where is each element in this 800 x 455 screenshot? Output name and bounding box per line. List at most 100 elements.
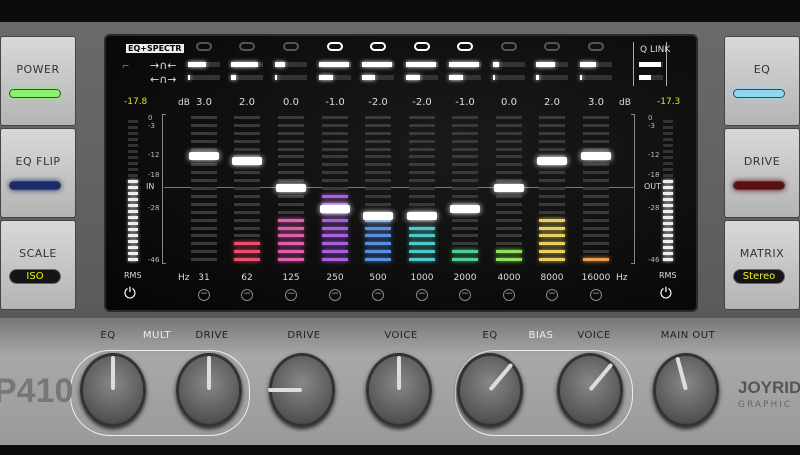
button-value[interactable]: ISO: [9, 269, 61, 284]
band-bypass-button[interactable]: −: [503, 289, 515, 301]
spectrum-segment: [539, 242, 565, 246]
spectrum-segment: [278, 250, 304, 254]
knob-eq-mult[interactable]: [80, 353, 146, 427]
spectrum-segment: [452, 234, 478, 238]
q-slider-top[interactable]: [319, 62, 351, 67]
rms-right-knob-icon[interactable]: ⏻: [660, 284, 672, 302]
side-button-drive[interactable]: DRIVE: [724, 128, 800, 218]
fader-handle[interactable]: [363, 212, 393, 220]
link-icon[interactable]: [501, 42, 517, 51]
q-slider-bottom[interactable]: [231, 75, 263, 80]
q-slider-top[interactable]: [362, 62, 394, 67]
q-link-slider-top[interactable]: [639, 62, 663, 67]
spectrum-segment: [452, 155, 478, 159]
spectrum-segment: [452, 131, 478, 135]
band-bypass-button[interactable]: −: [329, 289, 341, 301]
meter-scale-label: -3: [648, 122, 655, 130]
spectrum-segment: [365, 242, 391, 246]
band-bypass-button[interactable]: −: [590, 289, 602, 301]
q-slider-top[interactable]: [449, 62, 481, 67]
meter-segment-left: [128, 162, 138, 165]
spectrum-segment: [191, 194, 217, 198]
meter-segment-right: [663, 120, 673, 123]
spectrum-segment: [234, 218, 260, 222]
q-fill: [406, 62, 437, 67]
knob-drive-2[interactable]: [268, 353, 335, 427]
meter-scale-label: 0: [648, 114, 653, 122]
band-bypass-button[interactable]: −: [198, 289, 210, 301]
q-link-label: Q LINK: [640, 45, 671, 55]
q-slider-bottom[interactable]: [536, 75, 568, 80]
spectrum-segment: [322, 194, 348, 198]
button-value[interactable]: Stereo: [733, 269, 785, 284]
band-bypass-button[interactable]: −: [546, 289, 558, 301]
fader-handle[interactable]: [537, 156, 567, 165]
spectrum-segment: [278, 163, 304, 167]
mode-button[interactable]: EQ+SPECTR: [126, 44, 184, 53]
band-bypass-button[interactable]: −: [285, 289, 297, 301]
q-slider-top[interactable]: [406, 62, 438, 67]
q-slider-bottom[interactable]: [275, 75, 307, 80]
link-icon[interactable]: [544, 42, 560, 51]
band-bypass-button[interactable]: −: [372, 289, 384, 301]
link-icon[interactable]: [370, 42, 386, 51]
q-slider-bottom[interactable]: [362, 75, 394, 80]
q-link-slider-bottom[interactable]: [639, 75, 663, 80]
fader-handle[interactable]: [232, 156, 262, 165]
side-button-scale[interactable]: SCALE ISO: [0, 220, 76, 310]
meter-segment-left: [128, 234, 138, 237]
band-bypass-button[interactable]: −: [416, 289, 428, 301]
fader-handle[interactable]: [450, 204, 480, 213]
q-slider-top[interactable]: [188, 62, 220, 67]
link-icon[interactable]: [588, 42, 604, 51]
band-bypass-button[interactable]: −: [459, 289, 471, 301]
led-indicator: [733, 181, 785, 190]
side-button-power[interactable]: POWER: [0, 36, 76, 126]
q-slider-bottom[interactable]: [493, 75, 525, 80]
q-slider-bottom[interactable]: [319, 75, 351, 80]
fader-handle[interactable]: [276, 183, 306, 192]
q-slider-top[interactable]: [493, 62, 525, 67]
side-button-matrix[interactable]: MATRIX Stereo: [724, 220, 800, 310]
meter-scale-label: -18: [648, 171, 660, 179]
q-slider-top[interactable]: [580, 62, 612, 67]
side-button-eq-flip[interactable]: EQ FLIP: [0, 128, 76, 218]
link-icon[interactable]: [239, 42, 255, 51]
fader-handle[interactable]: [581, 152, 611, 160]
q-slider-top[interactable]: [231, 62, 263, 67]
link-icon[interactable]: [283, 42, 299, 51]
side-button-eq[interactable]: EQ: [724, 36, 800, 126]
link-icon[interactable]: [327, 42, 343, 51]
link-icon[interactable]: [414, 42, 430, 51]
fader-handle[interactable]: [320, 204, 350, 213]
q-slider-bottom[interactable]: [449, 75, 481, 80]
knob-voice-2[interactable]: [557, 353, 623, 427]
spectrum-segment: [583, 163, 609, 167]
rms-left-knob-icon[interactable]: ⏻: [124, 284, 136, 302]
spectrum-segment: [278, 179, 304, 183]
fader-handle[interactable]: [494, 183, 524, 192]
fader-handle[interactable]: [189, 152, 219, 160]
meter-segment-left: [128, 132, 138, 135]
band-bypass-button[interactable]: −: [241, 289, 253, 301]
knob-main-out[interactable]: [653, 353, 719, 427]
db-unit-right: dB: [619, 98, 631, 108]
q-slider-bottom[interactable]: [406, 75, 438, 80]
q-slider-top[interactable]: [536, 62, 568, 67]
gain-value: -2.0: [368, 97, 388, 108]
fader-handle[interactable]: [407, 212, 437, 220]
knob-drive[interactable]: [176, 353, 242, 427]
meter-segment-left: [128, 240, 138, 243]
spectrum-segment: [409, 139, 435, 143]
q-slider-top[interactable]: [275, 62, 307, 67]
knob-indicator: [111, 356, 115, 390]
knob-eq-bias[interactable]: [457, 353, 523, 427]
q-slider-bottom[interactable]: [188, 75, 220, 80]
link-icon[interactable]: [196, 42, 212, 51]
knob-voice[interactable]: [366, 353, 432, 427]
meter-segment-left: [128, 120, 138, 123]
gain-value: -1.0: [455, 97, 475, 108]
q-slider-bottom[interactable]: [580, 75, 612, 80]
link-icon[interactable]: [457, 42, 473, 51]
label-bias: BIAS: [528, 330, 554, 341]
